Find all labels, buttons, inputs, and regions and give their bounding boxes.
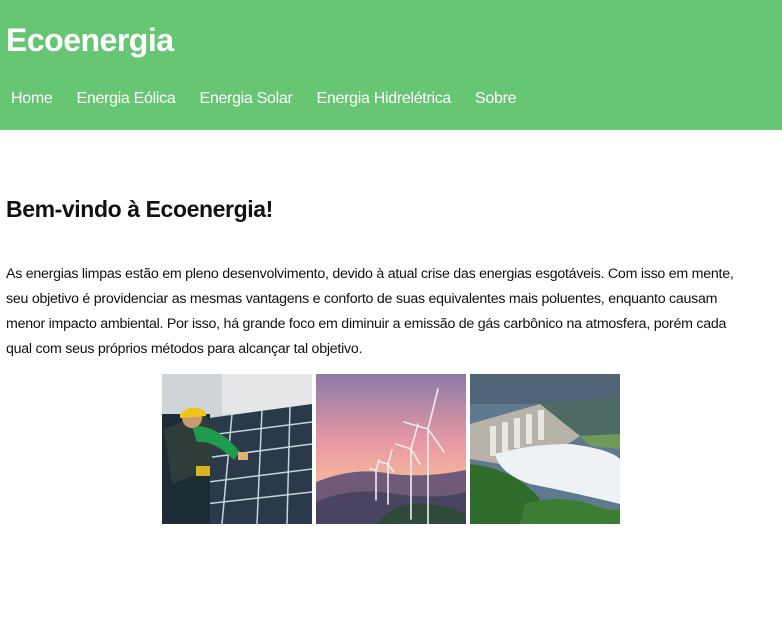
wind-turbines-sunset-photo [316, 374, 466, 524]
site-title[interactable]: Ecoenergia [6, 22, 174, 59]
page-title: Bem-vindo à Ecoenergia! [6, 196, 273, 222]
solar-panel-worker-photo [162, 374, 312, 524]
main-nav: Home Energia Eólica Energia Solar Energi… [0, 88, 528, 110]
nav-item-energia-eolica[interactable]: Energia Eólica [64, 88, 187, 110]
nav-item-energia-hidreletrica[interactable]: Energia Hidrelétrica [305, 88, 464, 110]
nav-item-sobre[interactable]: Sobre [463, 88, 528, 110]
image-gallery [162, 374, 620, 524]
site-header: Ecoenergia Home Energia Eólica Energia S… [0, 0, 782, 130]
nav-item-energia-solar[interactable]: Energia Solar [187, 88, 304, 110]
intro-paragraph: As energias limpas estão em pleno desenv… [6, 266, 734, 357]
hydroelectric-dam-photo [470, 374, 620, 524]
nav-item-home[interactable]: Home [0, 88, 64, 110]
